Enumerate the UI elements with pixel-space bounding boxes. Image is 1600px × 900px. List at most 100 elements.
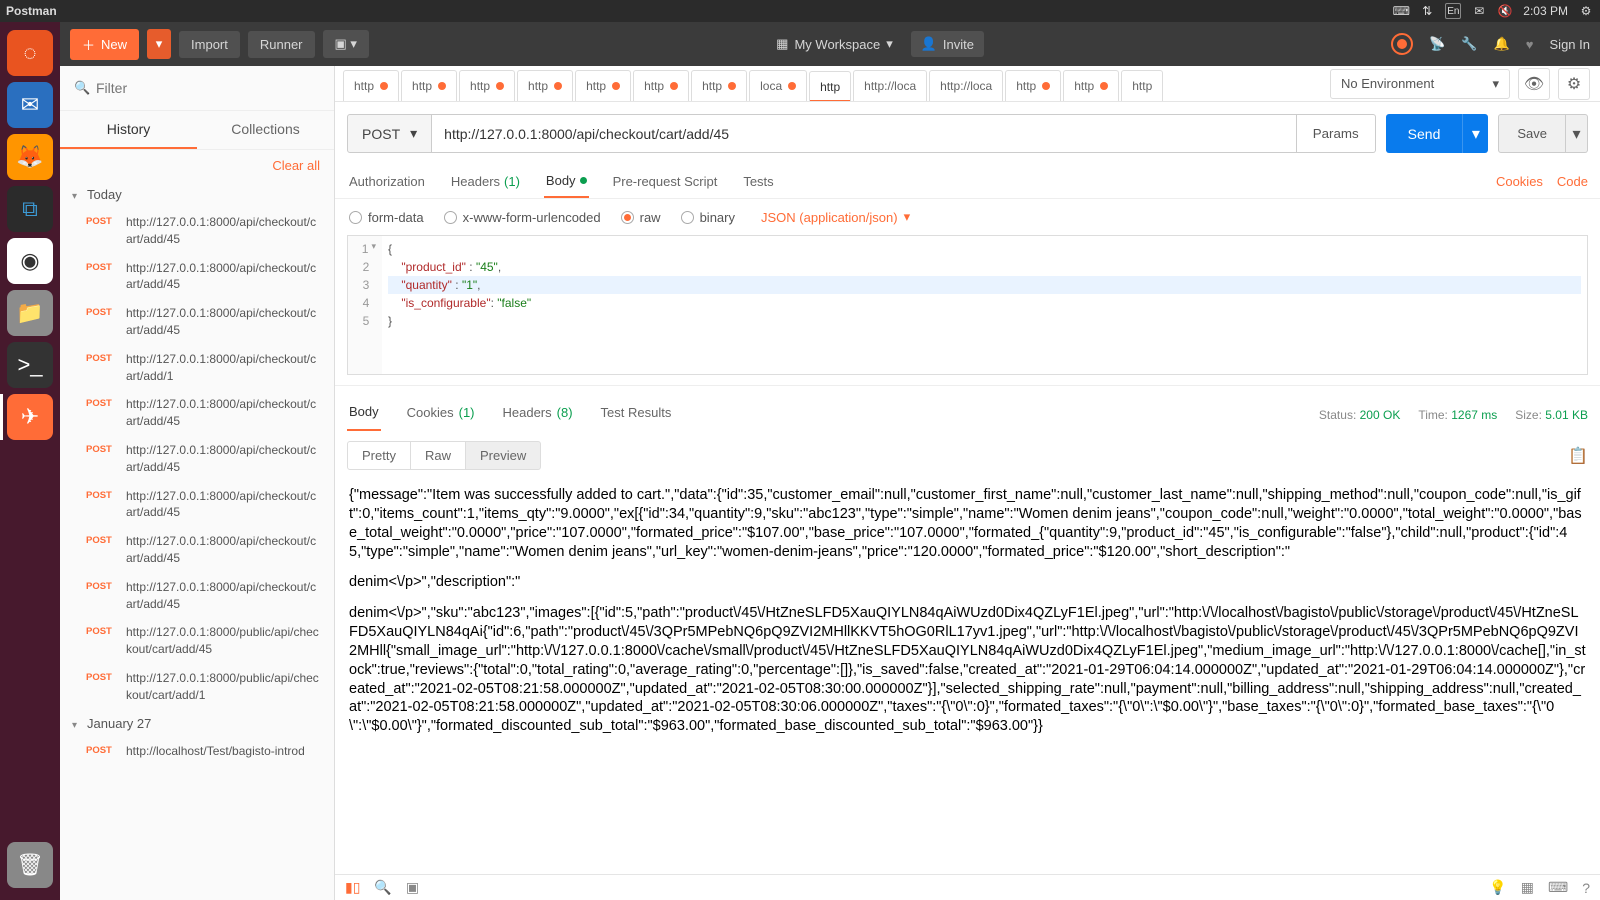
tab-collections[interactable]: Collections <box>197 111 334 149</box>
runner-button[interactable]: Runner <box>248 31 315 58</box>
subtab-authorization[interactable]: Authorization <box>347 166 427 197</box>
tab-history[interactable]: History <box>60 111 197 149</box>
wrench-icon[interactable]: 🔧 <box>1461 36 1477 52</box>
params-button[interactable]: Params <box>1297 114 1376 153</box>
filter-input[interactable] <box>70 76 324 100</box>
import-button[interactable]: Import <box>179 31 240 58</box>
history-item[interactable]: POSThttp://127.0.0.1:8000/api/checkout/c… <box>60 299 334 345</box>
history-item[interactable]: POSThttp://127.0.0.1:8000/api/checkout/c… <box>60 208 334 254</box>
copy-response-icon[interactable]: 📋 <box>1568 446 1588 466</box>
subtab-prerequest[interactable]: Pre-request Script <box>611 166 720 197</box>
env-quicklook-button[interactable]: 👁 <box>1518 68 1550 100</box>
history-item[interactable]: POSThttp://127.0.0.1:8000/api/checkout/c… <box>60 254 334 300</box>
radio-raw[interactable]: raw <box>621 210 661 225</box>
network-icon[interactable]: ⇅ <box>1419 3 1435 19</box>
request-tab[interactable]: http <box>1005 70 1061 101</box>
files-icon[interactable]: 📁 <box>7 290 53 336</box>
request-tab[interactable]: http <box>809 71 851 101</box>
history-item[interactable]: POSThttp://127.0.0.1:8000/api/checkout/c… <box>60 436 334 482</box>
firefox-icon[interactable]: 🦊 <box>7 134 53 180</box>
request-tab[interactable]: http <box>575 70 631 101</box>
volume-icon[interactable]: 🔇 <box>1497 3 1513 19</box>
save-dropdown-caret[interactable]: ▾ <box>1566 114 1588 153</box>
clear-all-link[interactable]: Clear all <box>60 150 334 181</box>
url-input[interactable] <box>432 114 1297 153</box>
subtab-headers[interactable]: Headers (1) <box>449 166 522 197</box>
request-tab[interactable]: http <box>343 70 399 101</box>
send-button[interactable]: Send <box>1386 114 1463 153</box>
radio-urlencoded[interactable]: x-www-form-urlencoded <box>444 210 601 225</box>
find-icon[interactable]: 🔍 <box>374 879 391 896</box>
keyboard-shortcuts-icon[interactable]: ⌨ <box>1548 879 1568 896</box>
environment-select[interactable]: No Environment▾ <box>1330 69 1510 99</box>
clock[interactable]: 2:03 PM <box>1523 4 1568 18</box>
code-link[interactable]: Code <box>1557 174 1588 189</box>
request-tab[interactable]: http <box>401 70 457 101</box>
editor-code[interactable]: { "product_id" : "45", "quantity" : "1",… <box>382 236 1587 374</box>
gear-icon[interactable]: ⚙ <box>1578 3 1594 19</box>
help-icon[interactable]: ? <box>1582 880 1590 896</box>
signin-link[interactable]: Sign In <box>1550 37 1590 52</box>
history-item[interactable]: POSThttp://127.0.0.1:8000/api/checkout/c… <box>60 482 334 528</box>
language-indicator[interactable]: En <box>1445 3 1461 19</box>
settings-gear-button[interactable]: ⚙ <box>1558 68 1590 100</box>
bell-icon[interactable]: 🔔 <box>1494 36 1510 52</box>
radio-form-data[interactable]: form-data <box>349 210 424 225</box>
history-item[interactable]: POSThttp://127.0.0.1:8000/api/checkout/c… <box>60 573 334 619</box>
chrome-icon[interactable]: ◉ <box>7 238 53 284</box>
keyboard-icon[interactable]: ⌨ <box>1393 3 1409 19</box>
view-preview[interactable]: Preview <box>465 441 541 470</box>
request-tab[interactable]: http <box>691 70 747 101</box>
date-group-jan27[interactable]: January 27 <box>60 710 334 737</box>
history-item[interactable]: POSThttp://localhost/Test/bagisto-introd <box>60 737 334 766</box>
resp-tab-headers[interactable]: Headers(8) <box>501 399 575 430</box>
new-dropdown-caret[interactable]: ▾ <box>147 29 171 59</box>
thunderbird-icon[interactable]: ✉ <box>7 82 53 128</box>
postman-icon[interactable]: ✈ <box>7 394 53 440</box>
subtab-body[interactable]: Body <box>544 165 589 198</box>
request-tab[interactable]: http <box>1121 70 1163 101</box>
request-tab[interactable]: http <box>517 70 573 101</box>
trash-icon[interactable]: 🗑 <box>7 842 53 888</box>
date-group-today[interactable]: Today <box>60 181 334 208</box>
request-tab[interactable]: loca <box>749 70 807 101</box>
sidebar-toggle-icon[interactable]: ▮▯ <box>345 879 360 896</box>
vscode-icon[interactable]: ⧉ <box>7 186 53 232</box>
save-button[interactable]: Save <box>1498 114 1566 153</box>
subtab-tests[interactable]: Tests <box>741 166 775 197</box>
history-item[interactable]: POSThttp://127.0.0.1:8000/public/api/che… <box>60 618 334 664</box>
body-editor[interactable]: 1 ▾ 2 3 4 5 { "product_id" : "45", "quan… <box>347 235 1588 375</box>
resp-tab-body[interactable]: Body <box>347 398 381 431</box>
resp-tab-tests[interactable]: Test Results <box>599 399 674 430</box>
resp-tab-cookies[interactable]: Cookies(1) <box>405 399 477 430</box>
bootcamp-icon[interactable]: 💡 <box>1489 879 1506 896</box>
send-dropdown-caret[interactable]: ▾ <box>1462 114 1488 153</box>
content-type-dropdown[interactable]: JSON (application/json)▾ <box>761 209 910 225</box>
request-tab[interactable]: http://loca <box>929 70 1003 101</box>
request-tab[interactable]: http <box>459 70 515 101</box>
window-menu-button[interactable]: ▣ ▾ <box>323 30 369 58</box>
history-item[interactable]: POSThttp://127.0.0.1:8000/api/checkout/c… <box>60 390 334 436</box>
console-icon[interactable]: ▣ <box>406 879 419 896</box>
cookies-link[interactable]: Cookies <box>1496 174 1543 189</box>
history-item[interactable]: POSThttp://127.0.0.1:8000/api/checkout/c… <box>60 527 334 573</box>
layout-icon[interactable]: ▦ <box>1521 879 1534 896</box>
new-button[interactable]: ＋New <box>70 29 139 60</box>
dash-icon[interactable]: ◌ <box>7 30 53 76</box>
view-pretty[interactable]: Pretty <box>347 441 411 470</box>
history-item[interactable]: POSThttp://127.0.0.1:8000/public/api/che… <box>60 664 334 710</box>
mail-icon[interactable]: ✉ <box>1471 3 1487 19</box>
workspace-dropdown[interactable]: ▦My Workspace▾ <box>776 36 893 52</box>
invite-button[interactable]: 👤Invite <box>911 31 984 57</box>
heart-icon[interactable]: ♥ <box>1526 37 1534 52</box>
satellite-icon[interactable]: 📡 <box>1429 36 1445 52</box>
request-tab[interactable]: http <box>633 70 689 101</box>
history-item[interactable]: POSThttp://127.0.0.1:8000/api/checkout/c… <box>60 345 334 391</box>
history-list[interactable]: Today POSThttp://127.0.0.1:8000/api/chec… <box>60 181 334 900</box>
sync-icon[interactable] <box>1391 33 1413 55</box>
terminal-icon[interactable]: >_ <box>7 342 53 388</box>
view-raw[interactable]: Raw <box>411 441 465 470</box>
response-preview[interactable]: {"message":"Item was successfully added … <box>335 480 1600 874</box>
request-tab[interactable]: http://loca <box>853 70 927 101</box>
request-tab[interactable]: http <box>1063 70 1119 101</box>
